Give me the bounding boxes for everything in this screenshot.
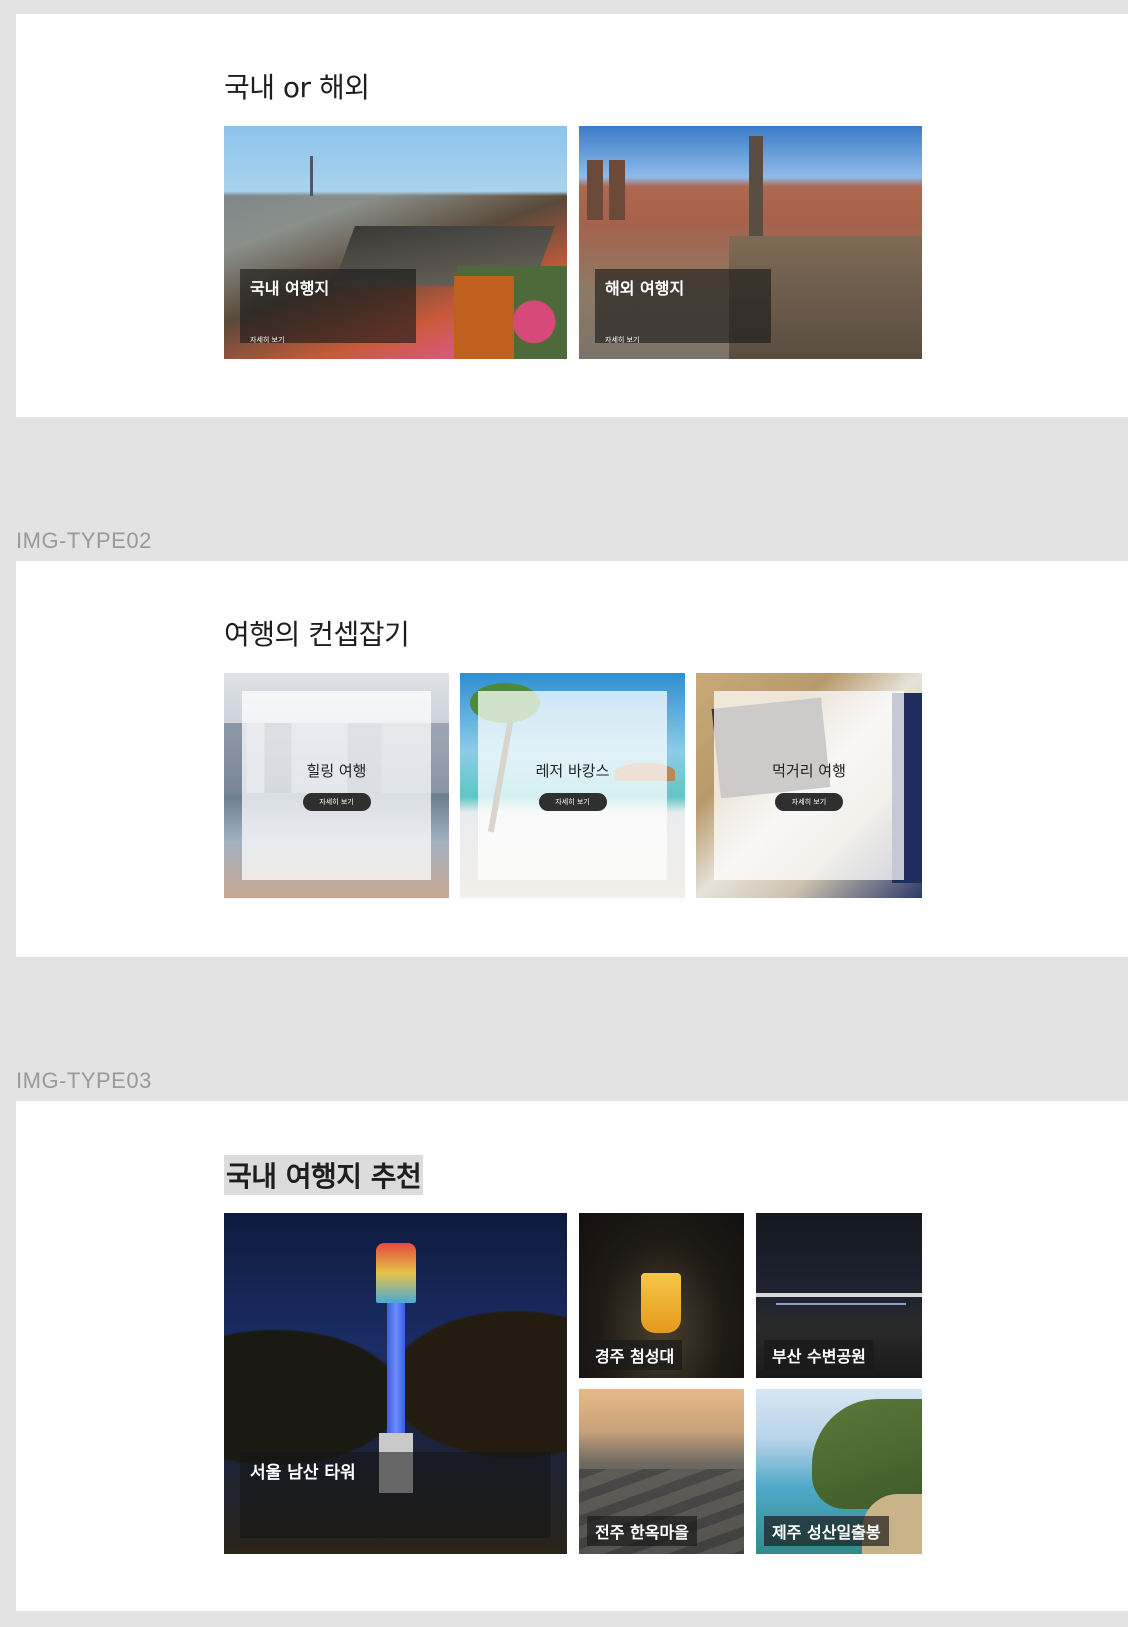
card-leisure-vacation[interactable]: 레저 바캉스 자세히 보기 <box>460 673 685 898</box>
card-caption: 해외 여행지 자세히 보기 <box>595 269 771 345</box>
card-seongsan-ilchulbong[interactable]: 제주 성산일출봉 <box>756 1389 922 1554</box>
tile-label: 제주 성산일출봉 <box>764 1516 889 1546</box>
type-label: IMG-TYPE03 <box>16 1068 152 1093</box>
section-type01: 국내 or 해외 국내 여행지 자세히 보기 해외 여행지 자세히 보기 <box>16 14 1128 417</box>
card-title: 레저 바캉스 <box>535 762 610 780</box>
church-towers-shape <box>587 160 603 220</box>
section-type03: 국내 여행지 추천 서울 남산 타워 경주 첨성대 부산 수변공원 전주 한옥마… <box>16 1101 1128 1611</box>
cliff-shape <box>812 1399 922 1509</box>
card-caption: 국내 여행지 자세히 보기 <box>240 269 416 345</box>
card-title: 서울 남산 타워 <box>250 1463 356 1483</box>
section-title: 여행의 컨셉잡기 <box>224 618 410 651</box>
card-food-travel[interactable]: 먹거리 여행 자세히 보기 <box>696 673 922 898</box>
tile-label: 경주 첨성대 <box>587 1340 683 1370</box>
card-cheomseongdae[interactable]: 경주 첨성대 <box>579 1213 744 1378</box>
card-panel: 레저 바캉스 자세히 보기 <box>478 691 667 880</box>
card-title: 해외 여행지 <box>605 279 685 298</box>
gate-shape <box>454 276 514 359</box>
card-jeonju-hanok[interactable]: 전주 한옥마을 <box>579 1389 744 1554</box>
more-link[interactable]: 자세히 보기 <box>250 335 284 345</box>
card-domestic-travel[interactable]: 국내 여행지 자세히 보기 <box>224 126 567 359</box>
more-button[interactable]: 자세히 보기 <box>538 793 607 811</box>
more-button[interactable]: 자세히 보기 <box>775 793 843 811</box>
card-busan-waterpark[interactable]: 부산 수변공원 <box>756 1213 922 1378</box>
tower-shaft-shape <box>387 1303 405 1433</box>
card-description <box>250 303 406 327</box>
section-title: 국내 여행지 추천 <box>224 1155 424 1195</box>
type-label: IMG-TYPE02 <box>16 528 152 553</box>
card-healing-travel[interactable]: 힐링 여행 자세히 보기 <box>224 673 449 898</box>
more-link[interactable]: 자세히 보기 <box>605 335 639 345</box>
tile-label: 부산 수변공원 <box>764 1340 874 1370</box>
tower-shape <box>310 156 313 196</box>
card-namsan-tower[interactable]: 서울 남산 타워 <box>224 1213 567 1554</box>
card-caption: 서울 남산 타워 <box>240 1452 551 1538</box>
observatory-shape <box>641 1273 681 1333</box>
card-title: 힐링 여행 <box>306 762 367 780</box>
card-panel: 먹거리 여행 자세히 보기 <box>714 691 904 880</box>
card-title: 먹거리 여행 <box>772 762 846 780</box>
tower-top-shape <box>376 1243 416 1303</box>
tile-label: 전주 한옥마을 <box>587 1516 697 1546</box>
bridge-lights-shape <box>756 1293 922 1297</box>
card-description <box>605 303 761 327</box>
bridge-lights-shape-2 <box>776 1303 906 1305</box>
more-button[interactable]: 자세히 보기 <box>302 793 371 811</box>
church-towers-shape-2 <box>609 160 625 220</box>
card-description <box>250 1489 541 1521</box>
section-title: 국내 or 해외 <box>224 71 370 104</box>
section-type02: 여행의 컨셉잡기 힐링 여행 자세히 보기 레저 바캉스 자세히 보기 먹거리 … <box>16 561 1128 957</box>
card-overseas-travel[interactable]: 해외 여행지 자세히 보기 <box>579 126 922 359</box>
card-title: 국내 여행지 <box>250 279 330 298</box>
card-panel: 힐링 여행 자세히 보기 <box>242 691 431 880</box>
